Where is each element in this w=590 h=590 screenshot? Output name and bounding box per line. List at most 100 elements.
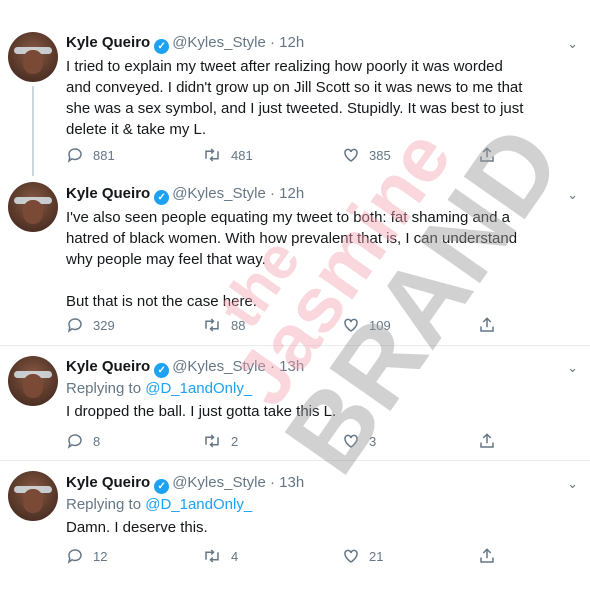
chevron-down-icon[interactable]: ⌄: [567, 187, 578, 203]
avatar[interactable]: [8, 356, 58, 406]
tweet-header: Kyle Queiro ✓ @Kyles_Style · 12h: [66, 34, 304, 54]
retweet-count: 2: [231, 433, 239, 449]
avatar[interactable]: [8, 182, 58, 232]
like-button[interactable]: 21: [342, 547, 383, 565]
share-button[interactable]: [478, 146, 496, 164]
tweet-actions: 8 2 3: [66, 432, 506, 452]
like-button[interactable]: 385: [342, 146, 391, 164]
share-button[interactable]: [478, 547, 496, 565]
tweet-text-line: Damn. I deserve this.: [66, 519, 208, 536]
verified-badge-icon: ✓: [154, 363, 170, 378]
like-button[interactable]: 3: [342, 432, 376, 450]
tweet-text-line: delete it & take my L.: [66, 121, 207, 138]
tweet-text-line: I dropped the ball. I just gotta take th…: [66, 403, 337, 420]
retweet-button[interactable]: 481: [202, 146, 253, 164]
share-button[interactable]: [478, 432, 496, 450]
divider: [0, 460, 590, 461]
retweet-count: 88: [231, 317, 246, 333]
retweet-icon: [205, 549, 219, 563]
separator-dot: ·: [269, 34, 275, 51]
reply-icon: [67, 148, 82, 163]
heart-icon: [344, 318, 358, 332]
verified-badge-icon: ✓: [154, 39, 170, 54]
tweet-text-line: But that is not the case here.: [66, 293, 257, 310]
timestamp[interactable]: 13h: [279, 358, 304, 375]
tweet-text-line: I tried to explain my tweet after realiz…: [66, 58, 503, 75]
timestamp[interactable]: 12h: [279, 34, 304, 51]
tweet-text: I tried to explain my tweet after realiz…: [66, 56, 576, 140]
author-handle[interactable]: @Kyles_Style: [172, 34, 266, 51]
reply-button[interactable]: 12: [66, 547, 107, 565]
tweet-text-line: [66, 270, 576, 291]
reply-button[interactable]: 329: [66, 316, 115, 334]
avatar[interactable]: [8, 32, 58, 82]
replying-to-label: Replying to: [66, 380, 142, 397]
replying-to: Replying to @D_1andOnly_: [66, 380, 252, 397]
separator-dot: ·: [269, 358, 275, 375]
author-handle[interactable]: @Kyles_Style: [172, 358, 266, 375]
thread-line: [32, 86, 34, 176]
tweet-header: Kyle Queiro ✓ @Kyles_Style · 13h: [66, 474, 304, 494]
verified-badge-icon: ✓: [154, 479, 170, 494]
retweet-button[interactable]: 88: [202, 316, 245, 334]
tweet-text: I dropped the ball. I just gotta take th…: [66, 401, 576, 422]
author-name[interactable]: Kyle Queiro: [66, 358, 150, 375]
replying-to-label: Replying to: [66, 496, 142, 513]
retweet-icon: [205, 318, 219, 332]
replying-to-mention[interactable]: @D_1andOnly_: [145, 380, 252, 397]
tweet-header: Kyle Queiro ✓ @Kyles_Style · 12h: [66, 185, 304, 205]
reply-icon: [67, 549, 82, 564]
retweet-button[interactable]: 4: [202, 547, 238, 565]
tweet-actions: 329 88 109: [66, 316, 506, 336]
author-name[interactable]: Kyle Queiro: [66, 185, 150, 202]
like-count: 21: [369, 548, 384, 564]
author-name[interactable]: Kyle Queiro: [66, 474, 150, 491]
chevron-down-icon[interactable]: ⌄: [567, 360, 578, 376]
tweet-text: I've also seen people equating my tweet …: [66, 207, 576, 312]
reply-button[interactable]: 8: [66, 432, 100, 450]
retweet-count: 481: [231, 147, 253, 163]
tweet-text-line: I've also seen people equating my tweet …: [66, 209, 510, 226]
share-icon: [480, 147, 494, 162]
replying-to-mention[interactable]: @D_1andOnly_: [145, 496, 252, 513]
author-handle[interactable]: @Kyles_Style: [172, 474, 266, 491]
tweet-text-line: and conveyed. I didn't grow up on Jill S…: [66, 79, 523, 96]
replying-to: Replying to @D_1andOnly_: [66, 496, 252, 513]
share-button[interactable]: [478, 316, 496, 334]
verified-badge-icon: ✓: [154, 190, 170, 205]
tweet-header: Kyle Queiro ✓ @Kyles_Style · 13h: [66, 358, 304, 378]
reply-count: 881: [93, 147, 115, 163]
like-button[interactable]: 109: [342, 316, 391, 334]
share-icon: [480, 317, 494, 332]
reply-button[interactable]: 881: [66, 146, 115, 164]
divider: [0, 345, 590, 346]
chevron-down-icon[interactable]: ⌄: [567, 476, 578, 492]
author-name[interactable]: Kyle Queiro: [66, 34, 150, 51]
chevron-down-icon[interactable]: ⌄: [567, 36, 578, 52]
heart-icon: [344, 148, 358, 162]
retweet-button[interactable]: 2: [202, 432, 238, 450]
share-icon: [480, 548, 494, 563]
like-count: 3: [369, 433, 377, 449]
timestamp[interactable]: 12h: [279, 185, 304, 202]
heart-icon: [344, 549, 358, 563]
tweet-text-line: why people may feel that way.: [66, 251, 266, 268]
heart-icon: [344, 434, 358, 448]
timestamp[interactable]: 13h: [279, 474, 304, 491]
tweet-text: Damn. I deserve this.: [66, 517, 576, 538]
tweet-actions: 12 4 21: [66, 547, 506, 567]
separator-dot: ·: [269, 474, 275, 491]
reply-icon: [67, 434, 82, 449]
like-count: 385: [369, 147, 391, 163]
separator-dot: ·: [269, 185, 275, 202]
tweet-text-line: hatred of black women. With how prevalen…: [66, 230, 518, 247]
reply-count: 12: [93, 548, 108, 564]
like-count: 109: [369, 317, 391, 333]
reply-icon: [67, 318, 82, 333]
retweet-icon: [205, 148, 219, 162]
author-handle[interactable]: @Kyles_Style: [172, 185, 266, 202]
share-icon: [480, 433, 494, 448]
reply-count: 329: [93, 317, 115, 333]
tweet-text-line: she was a sex symbol, and I just tweeted…: [66, 100, 524, 117]
avatar[interactable]: [8, 471, 58, 521]
